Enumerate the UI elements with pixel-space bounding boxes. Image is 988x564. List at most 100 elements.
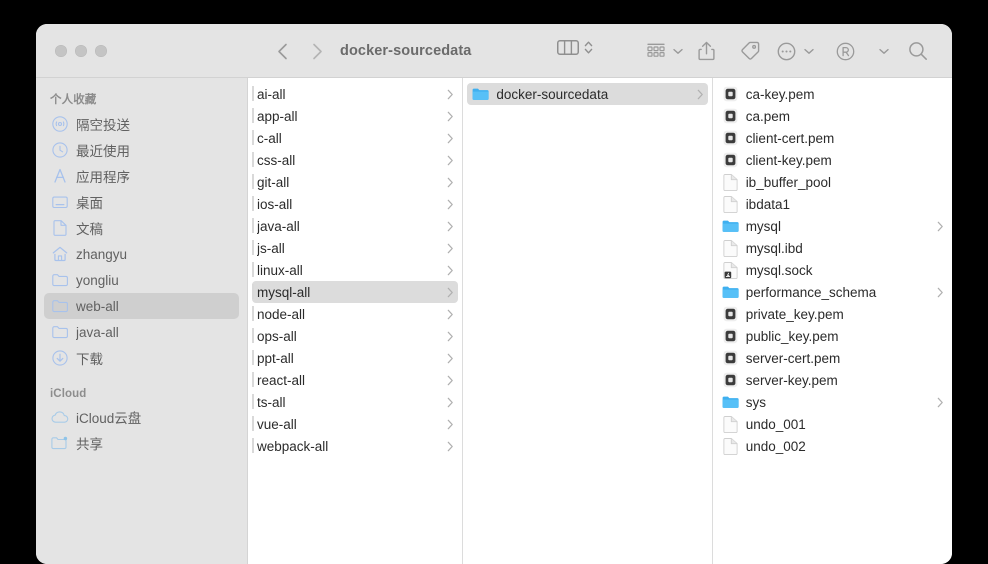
list-item[interactable]: undo_002 (717, 435, 948, 457)
chevron-right-icon[interactable] (447, 111, 454, 122)
list-item[interactable]: client-key.pem (717, 149, 948, 171)
home-icon (50, 245, 69, 263)
sidebar-item-label: yongliu (76, 272, 119, 288)
chevron-right-icon[interactable] (447, 221, 454, 232)
list-item[interactable]: js-all (252, 237, 458, 259)
list-item[interactable]: linux-all (252, 259, 458, 281)
chevron-right-icon[interactable] (447, 331, 454, 342)
chevron-right-icon[interactable] (447, 155, 454, 166)
chevron-right-icon[interactable] (937, 397, 944, 408)
account-chevron-down-icon[interactable] (879, 42, 889, 60)
column-two[interactable]: docker-sourcedata (463, 78, 713, 564)
list-item[interactable]: mysql (717, 215, 948, 237)
row-edge-tick (252, 394, 254, 409)
list-item[interactable]: public_key.pem (717, 325, 948, 347)
list-item[interactable]: react-all (252, 369, 458, 391)
close-button[interactable] (55, 45, 67, 57)
list-item[interactable]: node-all (252, 303, 458, 325)
chevron-right-icon[interactable] (447, 243, 454, 254)
sidebar-item-iCloud云盘[interactable]: iCloud云盘 (44, 404, 239, 430)
list-item[interactable]: ca.pem (717, 105, 948, 127)
chevron-right-icon[interactable] (447, 353, 454, 364)
back-chevron-icon[interactable] (271, 40, 293, 62)
sidebar-item-最近使用[interactable]: 最近使用 (44, 137, 239, 163)
tag-button[interactable] (729, 39, 771, 63)
chevron-right-icon[interactable] (447, 397, 454, 408)
list-item[interactable]: java-all (252, 215, 458, 237)
group-chevron-down-icon[interactable] (673, 42, 683, 60)
share-button[interactable] (683, 39, 729, 63)
chevron-right-icon[interactable] (447, 177, 454, 188)
list-item-label: sys (745, 394, 766, 410)
sidebar-item-隔空投送[interactable]: 隔空投送 (44, 111, 239, 137)
column-three[interactable]: ca-key.pem ca.pem client-cert.pem client… (713, 78, 952, 564)
list-item[interactable]: ts-all (252, 391, 458, 413)
chevron-right-icon[interactable] (447, 133, 454, 144)
chevron-right-icon[interactable] (937, 287, 944, 298)
chevron-right-icon[interactable] (447, 375, 454, 386)
view-mode-selector[interactable] (557, 39, 593, 56)
sidebar-item-应用程序[interactable]: 应用程序 (44, 163, 239, 189)
sidebar-item-java-all[interactable]: java-all (44, 319, 239, 345)
sidebar-item-label: zhangyu (76, 246, 128, 262)
search-icon[interactable] (889, 39, 947, 63)
list-item[interactable]: ai-all (252, 83, 458, 105)
folder-icon (50, 297, 69, 315)
sidebar-item-web-all[interactable]: web-all (44, 293, 239, 319)
cloud-icon (50, 408, 69, 426)
column-view-icon[interactable] (557, 39, 579, 56)
sidebar-item-文稿[interactable]: 文稿 (44, 215, 239, 241)
zoom-button[interactable] (95, 45, 107, 57)
list-item[interactable]: css-all (252, 149, 458, 171)
list-item[interactable]: c-all (252, 127, 458, 149)
chevron-right-icon[interactable] (447, 441, 454, 452)
list-item[interactable]: app-all (252, 105, 458, 127)
chevron-right-icon[interactable] (447, 309, 454, 320)
chevron-right-icon[interactable] (447, 265, 454, 276)
sidebar-item-共享[interactable]: 共享 (44, 430, 239, 456)
sidebar-item-桌面[interactable]: 桌面 (44, 189, 239, 215)
list-item[interactable]: undo_001 (717, 413, 948, 435)
chevron-right-icon[interactable] (697, 89, 704, 100)
sidebar-item-yongliu[interactable]: yongliu (44, 267, 239, 293)
view-options-stepper-icon[interactable] (584, 39, 593, 56)
certificate-icon (722, 108, 739, 125)
list-item[interactable]: client-cert.pem (717, 127, 948, 149)
list-item[interactable]: server-key.pem (717, 369, 948, 391)
list-item-label: mysql-all (257, 284, 311, 300)
minimize-button[interactable] (75, 45, 87, 57)
list-item[interactable]: ibdata1 (717, 193, 948, 215)
list-item[interactable]: mysql-all (252, 281, 459, 303)
list-item[interactable]: git-all (252, 171, 458, 193)
forward-chevron-icon[interactable] (306, 40, 328, 62)
list-item[interactable]: server-cert.pem (717, 347, 948, 369)
chevron-right-icon[interactable] (447, 287, 454, 298)
column-one[interactable]: ai-all app-all c-all css-all git-all ios… (248, 78, 464, 564)
chevron-right-icon[interactable] (447, 199, 454, 210)
list-item[interactable]: ib_buffer_pool (717, 171, 948, 193)
sidebar-item-下载[interactable]: 下载 (44, 345, 239, 371)
group-items-button[interactable] (642, 39, 670, 63)
list-item[interactable]: mysql.sock (717, 259, 948, 281)
list-item-label: ca-key.pem (745, 86, 815, 102)
list-item[interactable]: ios-all (252, 193, 458, 215)
list-item[interactable]: vue-all (252, 413, 458, 435)
more-chevron-down-icon[interactable] (804, 42, 814, 60)
list-item[interactable]: sys (717, 391, 948, 413)
more-options-button[interactable] (771, 39, 801, 63)
chevron-right-icon[interactable] (447, 419, 454, 430)
list-item[interactable]: webpack-all (252, 435, 458, 457)
sidebar-item-zhangyu[interactable]: zhangyu (44, 241, 239, 267)
list-item[interactable]: performance_schema (717, 281, 948, 303)
chevron-right-icon[interactable] (937, 221, 944, 232)
list-item[interactable]: ppt-all (252, 347, 458, 369)
chevron-right-icon[interactable] (447, 89, 454, 100)
list-item-label: undo_002 (745, 438, 806, 454)
list-item[interactable]: private_key.pem (717, 303, 948, 325)
list-item[interactable]: docker-sourcedata (467, 83, 708, 105)
list-item[interactable]: mysql.ibd (717, 237, 948, 259)
list-item[interactable]: ops-all (252, 325, 458, 347)
account-button[interactable] (814, 39, 876, 63)
row-edge-tick (252, 86, 254, 101)
list-item[interactable]: ca-key.pem (717, 83, 948, 105)
